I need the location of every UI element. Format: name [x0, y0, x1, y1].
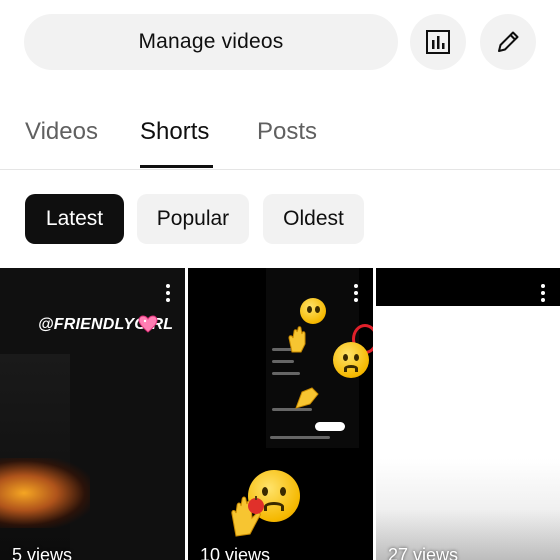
- chip-latest[interactable]: Latest: [25, 194, 124, 244]
- thumbnail-image-panel: [0, 354, 70, 560]
- worried-face-emoji: [333, 342, 369, 378]
- chip-oldest[interactable]: Oldest: [263, 194, 364, 244]
- view-count: 27 views: [388, 545, 459, 560]
- active-tab-indicator: [140, 165, 213, 168]
- tab-videos[interactable]: Videos: [25, 118, 98, 146]
- chip-popular[interactable]: Popular: [137, 194, 249, 244]
- view-count: 10 views: [200, 545, 271, 560]
- bar-chart-icon: [426, 30, 450, 54]
- more-vert-icon[interactable]: [540, 284, 546, 304]
- content-tabs: Videos Shorts Posts: [0, 110, 560, 170]
- text-line: [270, 436, 330, 439]
- shorts-grid: @FRIENDLYGIRL 5 views 10 views 27 views: [0, 268, 560, 560]
- text-line: [272, 372, 300, 375]
- sparkling-heart-icon: [138, 315, 158, 333]
- analytics-button[interactable]: [410, 14, 466, 70]
- manage-videos-button[interactable]: Manage videos: [24, 14, 398, 70]
- sunset-glow: [0, 458, 90, 528]
- short-thumbnail[interactable]: @FRIENDLYGIRL 5 views: [0, 268, 185, 560]
- tab-shorts[interactable]: Shorts: [140, 118, 209, 146]
- edit-button[interactable]: [480, 14, 536, 70]
- view-count: 5 views: [12, 545, 73, 560]
- short-thumbnail[interactable]: 10 views: [188, 268, 373, 560]
- hand-emoji-icon: [288, 326, 306, 353]
- hand-with-apple-icon: [231, 496, 264, 537]
- short-thumbnail[interactable]: 27 views: [376, 268, 560, 560]
- more-vert-icon[interactable]: [353, 284, 359, 304]
- subscribe-chip-graphic: [315, 422, 345, 431]
- pencil-icon: [498, 31, 519, 52]
- worried-face-emoji: [300, 298, 326, 324]
- more-vert-icon[interactable]: [165, 284, 171, 304]
- hand-emoji-icon: [295, 387, 319, 409]
- top-actions: Manage videos: [24, 14, 536, 70]
- text-line: [272, 360, 294, 363]
- thumbnail-image: [376, 306, 560, 560]
- tab-posts[interactable]: Posts: [257, 118, 317, 146]
